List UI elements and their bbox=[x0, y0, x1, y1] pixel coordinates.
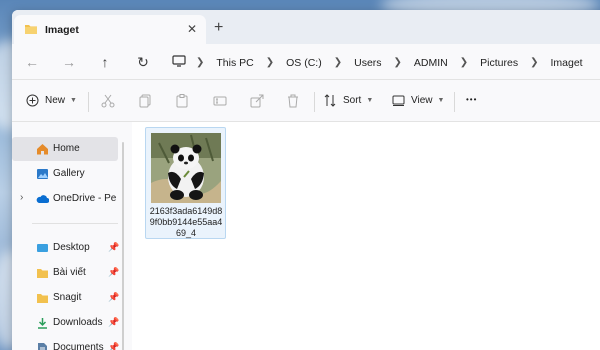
pin-icon[interactable]: 📌 bbox=[108, 342, 119, 350]
delete-icon[interactable] bbox=[285, 93, 301, 109]
address-bar[interactable]: ❯ This PC ❯ OS (C:) ❯ Users ❯ ADMIN ❯ Pi… bbox=[162, 50, 600, 75]
sidebar-item-bai-viet[interactable]: Bài viết 📌 bbox=[12, 261, 119, 285]
folder-icon bbox=[37, 269, 48, 278]
chevron-right-icon: ❯ bbox=[333, 57, 343, 68]
paste-icon[interactable] bbox=[174, 93, 190, 109]
new-label: New bbox=[45, 95, 66, 106]
sidebar-item-downloads[interactable]: Downloads 📌 bbox=[12, 311, 119, 335]
chevron-right-icon: ❯ bbox=[265, 57, 275, 68]
breadcrumb-os-c[interactable]: OS (C:) bbox=[286, 57, 322, 69]
gallery-icon bbox=[37, 169, 48, 179]
desktop-icon bbox=[37, 244, 48, 252]
download-icon bbox=[38, 318, 47, 329]
breadcrumb-admin[interactable]: ADMIN bbox=[414, 57, 448, 69]
toolbar-divider bbox=[88, 92, 89, 112]
breadcrumb-pictures[interactable]: Pictures bbox=[480, 57, 518, 69]
folder-icon bbox=[24, 23, 38, 38]
view-icon bbox=[392, 95, 405, 106]
document-icon bbox=[38, 343, 47, 350]
file-list-area: 2163f3ada6149d89f0bb9144e55aa469_4 bbox=[132, 122, 600, 350]
file-explorer-window: Imaget ✕ + ← → ↑ ↻ ❯ This PC ❯ OS (C:) ❯… bbox=[12, 10, 600, 350]
view-button[interactable]: View ▼ bbox=[392, 94, 444, 107]
plus-circle-icon bbox=[26, 94, 39, 107]
sort-button[interactable]: Sort ▼ bbox=[324, 94, 373, 107]
sidebar-item-onedrive[interactable]: › OneDrive - Persona bbox=[12, 187, 118, 211]
up-button[interactable]: ↑ bbox=[96, 53, 114, 71]
chevron-right-icon: ❯ bbox=[530, 57, 539, 68]
chevron-down-icon: ▼ bbox=[366, 97, 374, 104]
pin-icon[interactable]: 📌 bbox=[108, 292, 119, 303]
new-tab-button[interactable]: + bbox=[214, 20, 223, 36]
sort-icon bbox=[324, 94, 336, 107]
breadcrumb-users[interactable]: Users bbox=[354, 57, 381, 69]
more-options-button[interactable]: ••• bbox=[466, 95, 477, 104]
pin-icon[interactable]: 📌 bbox=[108, 267, 119, 278]
sidebar-scrollbar[interactable] bbox=[122, 142, 124, 350]
breadcrumb: ❯ This PC ❯ OS (C:) ❯ Users ❯ ADMIN ❯ Pi… bbox=[196, 57, 583, 69]
back-button[interactable]: ← bbox=[23, 53, 41, 71]
chevron-right-icon[interactable]: › bbox=[20, 192, 23, 203]
image-thumbnail bbox=[151, 133, 221, 203]
sidebar-item-label: Home bbox=[53, 143, 80, 154]
chevron-right-icon: ❯ bbox=[393, 57, 402, 68]
file-item[interactable]: 2163f3ada6149d89f0bb9144e55aa469_4 bbox=[145, 127, 226, 239]
share-icon[interactable] bbox=[249, 93, 265, 109]
file-name: 2163f3ada6149d89f0bb9144e55aa469_4 bbox=[149, 206, 223, 238]
tab-imaget[interactable]: Imaget ✕ bbox=[14, 15, 206, 45]
sidebar-item-label: Gallery bbox=[53, 168, 85, 179]
view-label: View bbox=[411, 95, 433, 106]
sidebar-item-home[interactable]: Home bbox=[12, 137, 118, 161]
folder-icon bbox=[37, 294, 48, 303]
refresh-button[interactable]: ↻ bbox=[134, 53, 152, 71]
sidebar-item-label: OneDrive - Persona bbox=[53, 193, 117, 204]
toolbar-divider bbox=[454, 92, 455, 112]
command-toolbar: New ▼ Sort ▼ View ▼ ••• bbox=[12, 82, 600, 122]
cut-icon[interactable] bbox=[100, 93, 116, 109]
breadcrumb-this-pc[interactable]: This PC bbox=[216, 57, 253, 69]
cloud-icon bbox=[36, 195, 49, 203]
breadcrumb-imaget[interactable]: Imaget bbox=[550, 57, 582, 69]
toolbar-divider bbox=[314, 92, 315, 112]
chevron-down-icon: ▼ bbox=[70, 97, 77, 104]
sort-label: Sort bbox=[343, 95, 362, 106]
home-icon bbox=[37, 144, 48, 155]
sidebar-item-documents[interactable]: Documents 📌 bbox=[12, 336, 119, 350]
tab-bar: Imaget ✕ + bbox=[12, 10, 600, 45]
monitor-icon bbox=[172, 55, 186, 70]
chevron-down-icon: ▼ bbox=[437, 97, 445, 104]
chevron-right-icon: ❯ bbox=[196, 57, 205, 68]
forward-button[interactable]: → bbox=[60, 53, 78, 71]
copy-icon[interactable] bbox=[137, 93, 153, 109]
sidebar-item-desktop[interactable]: Desktop 📌 bbox=[12, 236, 119, 260]
navigation-pane: Home Gallery › OneDrive - Persona Deskto… bbox=[12, 122, 124, 350]
chevron-right-icon: ❯ bbox=[459, 57, 469, 68]
sidebar-item-gallery[interactable]: Gallery bbox=[12, 162, 118, 186]
tab-title: Imaget bbox=[45, 24, 79, 36]
pin-icon[interactable]: 📌 bbox=[108, 242, 119, 253]
sidebar-divider bbox=[32, 223, 118, 224]
new-button[interactable]: New ▼ bbox=[26, 94, 77, 107]
close-icon[interactable]: ✕ bbox=[187, 22, 197, 36]
pin-icon[interactable]: 📌 bbox=[108, 317, 119, 328]
rename-icon[interactable] bbox=[212, 93, 228, 109]
sidebar-item-snagit[interactable]: Snagit 📌 bbox=[12, 286, 119, 310]
navigation-bar: ← → ↑ ↻ ❯ This PC ❯ OS (C:) ❯ Users ❯ AD… bbox=[12, 44, 600, 80]
